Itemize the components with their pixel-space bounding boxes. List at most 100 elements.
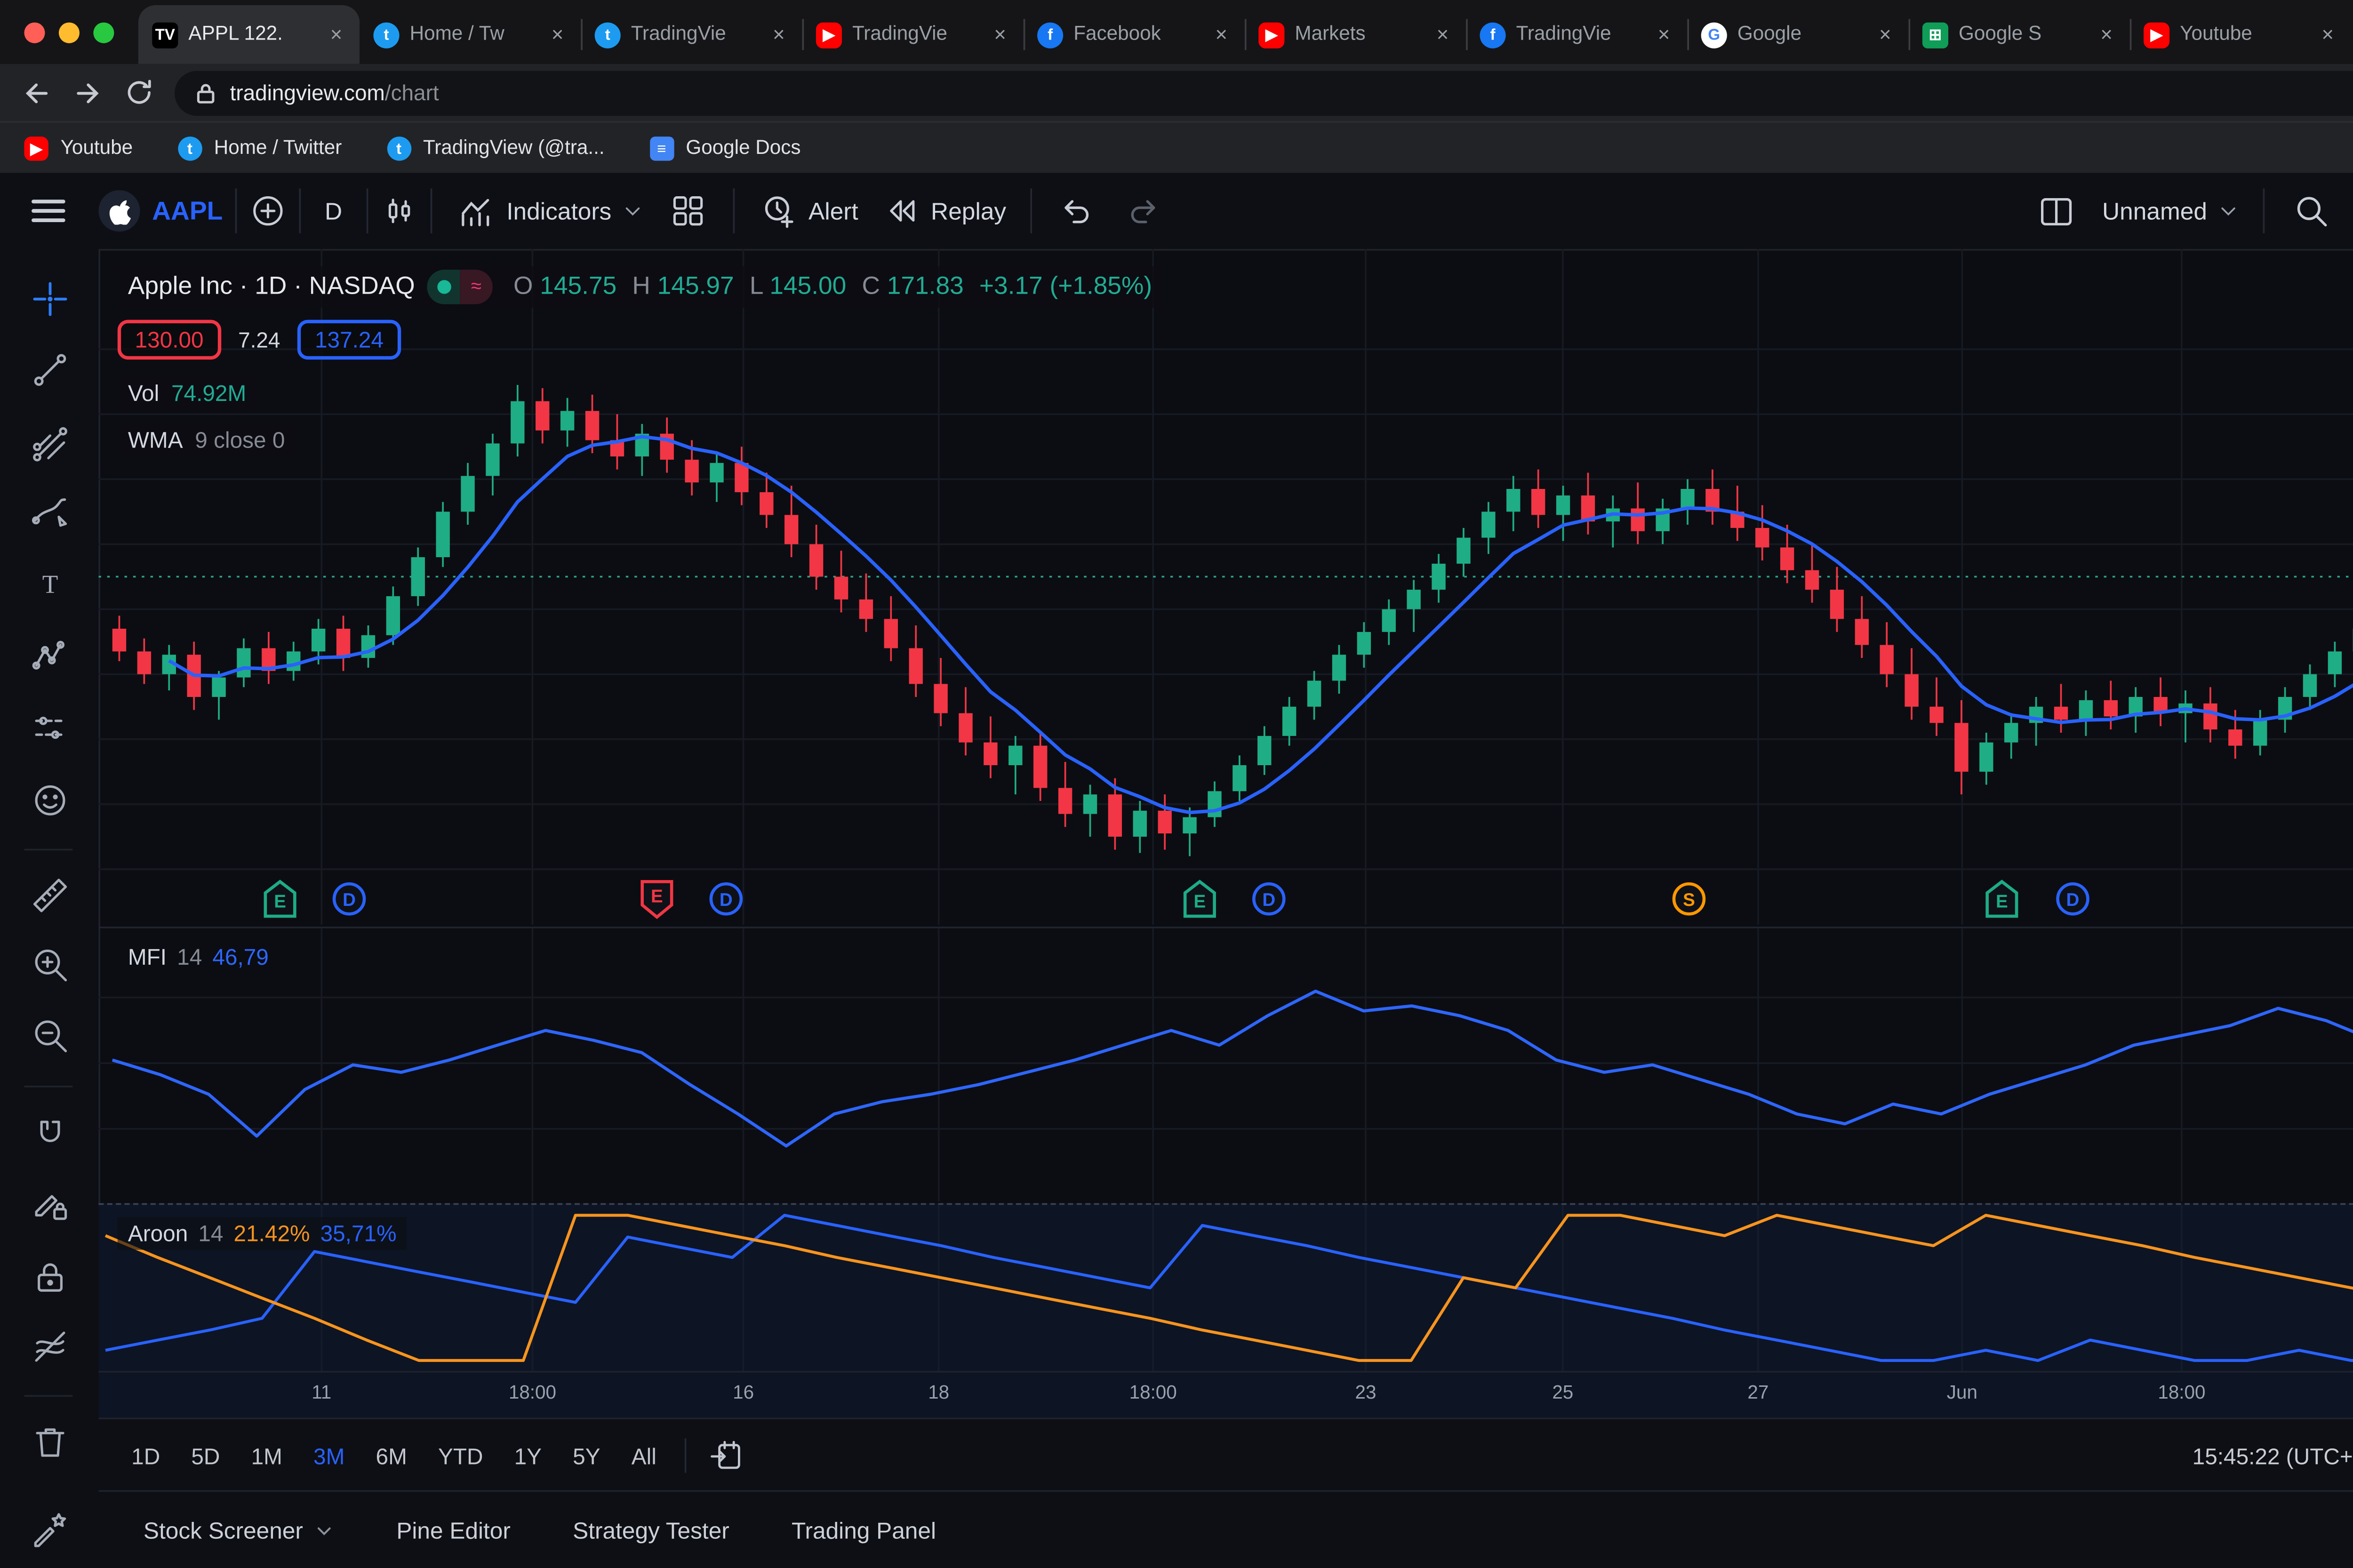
- browser-tab[interactable]: tHome / Tw×: [360, 5, 581, 64]
- edit-tool[interactable]: [26, 1181, 74, 1229]
- range-button-3m[interactable]: 3M: [298, 1434, 360, 1477]
- hide-drawings-tool[interactable]: [26, 1322, 74, 1371]
- tab-close-icon[interactable]: ×: [548, 23, 567, 47]
- range-button-1d[interactable]: 1D: [116, 1434, 176, 1477]
- tab-close-icon[interactable]: ×: [769, 23, 788, 47]
- crosshair-tool[interactable]: [26, 275, 74, 323]
- tab-close-icon[interactable]: ×: [991, 23, 1009, 47]
- range-button-1y[interactable]: 1Y: [499, 1434, 558, 1477]
- tab-close-icon[interactable]: ×: [1212, 23, 1231, 47]
- symbol-button[interactable]: AAPL: [152, 196, 223, 225]
- browser-tab[interactable]: fTradingVie×: [1466, 5, 1687, 64]
- browser-tab[interactable]: ▶Youtube×: [2130, 5, 2351, 64]
- undo-icon[interactable]: [1058, 192, 1096, 230]
- zoom-out-tool[interactable]: [26, 1011, 74, 1060]
- lock-tool[interactable]: [26, 1253, 74, 1302]
- high-price-box[interactable]: 137.24: [297, 320, 401, 360]
- reload-icon[interactable]: [124, 78, 153, 107]
- tab-close-icon[interactable]: ×: [2097, 23, 2116, 47]
- interval-button[interactable]: D: [312, 197, 354, 225]
- bottom-tab-strategy-tester[interactable]: Strategy Tester: [542, 1518, 760, 1544]
- pitchfork-tool[interactable]: [26, 420, 74, 469]
- trash-tool[interactable]: [26, 1417, 74, 1466]
- tab-close-icon[interactable]: ×: [1433, 23, 1452, 47]
- layout-name-button[interactable]: Unnamed: [2090, 197, 2250, 225]
- wave-toggle-icon[interactable]: ≈: [460, 270, 493, 304]
- alert-button[interactable]: Alert: [746, 191, 871, 231]
- bookmark-item[interactable]: tTradingView (@tra...: [387, 136, 605, 160]
- tab-close-icon[interactable]: ×: [1654, 23, 1673, 47]
- aroon-legend[interactable]: Aroon14 21.42% 35,71%: [118, 1217, 407, 1250]
- forward-icon[interactable]: [72, 77, 104, 108]
- indicators-button[interactable]: Indicators: [444, 191, 655, 231]
- chart-style-icon[interactable]: [380, 192, 418, 230]
- compare-add-icon[interactable]: [248, 192, 287, 230]
- event-marker-e[interactable]: E: [263, 878, 297, 921]
- go-to-date-icon[interactable]: [708, 1437, 744, 1473]
- search-icon[interactable]: [2292, 192, 2330, 230]
- range-button-1m[interactable]: 1M: [236, 1434, 298, 1477]
- browser-tab[interactable]: ▶Markets×: [1245, 5, 1466, 64]
- tab-close-icon[interactable]: ×: [327, 23, 345, 47]
- replay-button[interactable]: Replay: [870, 192, 1018, 230]
- eye-toggle-icon[interactable]: [427, 270, 460, 304]
- range-button-ytd[interactable]: YTD: [423, 1434, 499, 1477]
- emoji-tool[interactable]: [26, 776, 74, 824]
- bottom-tab-pine-editor[interactable]: Pine Editor: [365, 1518, 542, 1544]
- minimize-window-button[interactable]: [59, 23, 80, 43]
- event-marker-d[interactable]: D: [1252, 878, 1286, 921]
- address-bar[interactable]: tradingview.com/chart: [175, 70, 2353, 115]
- browser-tab[interactable]: tTradingVie×: [581, 5, 802, 64]
- bottom-tab-trading-panel[interactable]: Trading Panel: [760, 1518, 967, 1544]
- text-tool[interactable]: T: [26, 560, 74, 608]
- event-marker-d[interactable]: D: [709, 878, 743, 921]
- range-button-6m[interactable]: 6M: [360, 1434, 422, 1477]
- magnet-tool[interactable]: [26, 1110, 74, 1158]
- pattern-tool[interactable]: [26, 631, 74, 680]
- volume-legend[interactable]: Vol74.92M: [118, 377, 257, 410]
- event-marker-e[interactable]: E: [640, 878, 674, 921]
- tab-close-icon[interactable]: ×: [2318, 23, 2337, 47]
- close-window-button[interactable]: [24, 23, 45, 43]
- main-menu-icon[interactable]: [26, 188, 71, 233]
- mfi-pane[interactable]: MFI14 46,79: [98, 927, 2353, 1203]
- price-pane[interactable]: Apple Inc · 1D · NASDAQ ≈ O 145.75 H 145…: [98, 249, 2353, 925]
- range-button-5d[interactable]: 5D: [176, 1434, 235, 1477]
- back-icon[interactable]: [21, 77, 52, 108]
- browser-tab[interactable]: fFacebook×: [1024, 5, 1245, 64]
- time-axis[interactable]: 1118:00161818:00232527Jun18:006: [98, 1371, 2353, 1419]
- tab-close-icon[interactable]: ×: [1876, 23, 1895, 47]
- redo-icon[interactable]: [1124, 192, 1162, 230]
- clock[interactable]: 15:45:22 (UTC+3): [2193, 1443, 2353, 1469]
- bottom-tab-stock-screener[interactable]: Stock Screener: [112, 1518, 365, 1544]
- low-price-box[interactable]: 130.00: [118, 320, 221, 360]
- templates-grid-icon[interactable]: [668, 192, 706, 230]
- position-tool[interactable]: [26, 704, 74, 752]
- trend-line-tool[interactable]: [26, 346, 74, 394]
- symbol-logo[interactable]: [98, 190, 140, 232]
- brush-tool[interactable]: [26, 489, 74, 538]
- bookmark-item[interactable]: ▶Youtube: [24, 136, 133, 160]
- legend-visibility-toggle[interactable]: ≈: [427, 270, 493, 304]
- browser-tab[interactable]: ⊞Google S×: [1909, 5, 2130, 64]
- maximize-window-button[interactable]: [93, 23, 114, 43]
- event-marker-s[interactable]: S: [1672, 878, 1706, 921]
- event-marker-d[interactable]: D: [2056, 878, 2090, 921]
- zoom-in-tool[interactable]: [26, 940, 74, 989]
- wma-legend[interactable]: WMA9 close 0: [118, 424, 296, 456]
- ruler-tool[interactable]: [26, 871, 74, 920]
- event-marker-e[interactable]: E: [1985, 878, 2019, 921]
- aroon-pane[interactable]: Aroon14 21.42% 35,71%: [98, 1203, 2353, 1373]
- bookmark-item[interactable]: ≡Google Docs: [649, 136, 800, 160]
- browser-tab[interactable]: ▶TradingVie×: [802, 5, 1023, 64]
- favorites-tool[interactable]: [26, 1504, 74, 1552]
- range-button-5y[interactable]: 5Y: [557, 1434, 616, 1477]
- bookmark-item[interactable]: tHome / Twitter: [178, 136, 342, 160]
- mfi-legend[interactable]: MFI14 46,79: [118, 940, 279, 973]
- event-marker-d[interactable]: D: [332, 878, 366, 921]
- layout-icon[interactable]: [2036, 191, 2076, 231]
- range-button-all[interactable]: All: [616, 1434, 672, 1477]
- browser-tab[interactable]: GGoogle×: [1687, 5, 1908, 64]
- browser-tab[interactable]: TVAPPL 122.×: [138, 5, 360, 64]
- event-marker-e[interactable]: E: [1183, 878, 1217, 921]
